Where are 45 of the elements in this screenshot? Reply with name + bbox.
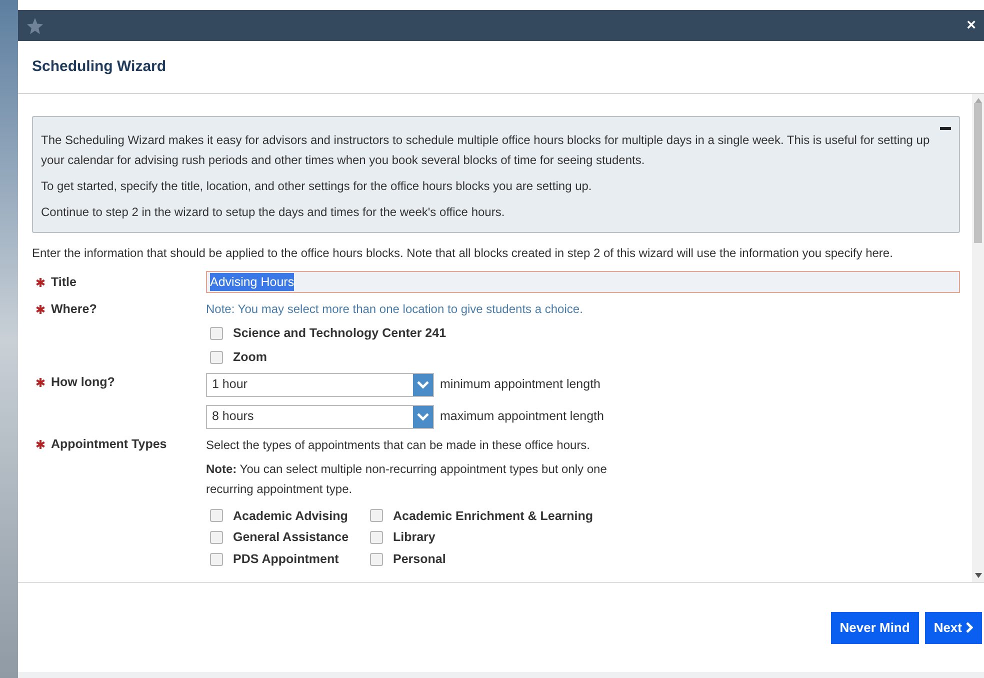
dropdown-caption: minimum appointment length [440, 376, 600, 394]
location-note: Note: You may select more than one location to give students a choice. [206, 301, 583, 318]
dialog-title: Scheduling Wizard [32, 56, 166, 77]
checkbox-label: Library [393, 529, 436, 546]
checkbox[interactable] [210, 531, 223, 544]
scroll-thumb[interactable] [974, 103, 982, 243]
duration-dropdown[interactable]: 8 hours [206, 404, 434, 428]
close-button[interactable]: × [966, 18, 976, 34]
field-label: Where? [51, 300, 97, 318]
checkbox-label: PDS Appointment [233, 551, 339, 568]
input-value: Advising Hours [210, 272, 294, 292]
info-text: Continue to step 2 in the wizard to setup the days and times for the week's office hours. [41, 204, 506, 221]
types-note: Note: You can select multiple non-recurring appointment types but only one recurring appointment type. [206, 460, 608, 498]
checkbox[interactable] [370, 531, 383, 544]
scroll-down-icon[interactable] [974, 573, 982, 578]
dropdown-value: 8 hours [211, 408, 255, 426]
checkbox-label: General Assistance [233, 529, 349, 546]
info-text: To get started, specify the title, location, and other settings for the office hours blocks you are setting up. [41, 178, 593, 195]
star-logo-icon [26, 16, 44, 34]
dropdown-value: 1 hour [211, 376, 248, 394]
next-button[interactable]: Next [924, 612, 982, 644]
chevron-down-icon [413, 374, 433, 396]
checkbox[interactable] [210, 350, 223, 364]
field-label: Title [51, 274, 76, 291]
field-label: How long? [51, 374, 115, 392]
checkbox-label: Personal [393, 551, 446, 568]
chevron-right-icon [966, 622, 973, 633]
checkbox[interactable] [210, 326, 223, 340]
chevron-down-icon [413, 406, 433, 428]
info-text: The Scheduling Wizard makes it easy for advisors and instructors to schedule multiple office hours blocks for multiple days in a single week. This is useful for setting up your calendar for advising rush periods and other times when you book several blocks of time for seeing students. [41, 132, 931, 169]
title-input[interactable]: Advising Hours [206, 271, 960, 293]
duration-dropdown[interactable]: 1 hour [206, 372, 434, 396]
checkbox[interactable] [210, 552, 223, 566]
checkbox[interactable] [370, 509, 383, 522]
checkbox-label: Science and Technology Center 241 [233, 325, 446, 342]
dropdown-caption: maximum appointment length [440, 408, 604, 426]
checkbox[interactable] [370, 552, 383, 566]
checkbox-label: Academic Advising [233, 508, 348, 525]
intro-text: Enter the information that should be applied to the office hours blocks. Note that all blocks created in step 2 of this wizard will use the information you specify here. [32, 245, 894, 262]
checkbox-label: Academic Enrichment & Learning [393, 508, 594, 525]
field-label: Appointment Types [51, 436, 167, 454]
types-description: Select the types of appointments that can be made in these office hours. [206, 436, 592, 454]
cancel-button[interactable]: Never Mind [830, 612, 919, 644]
checkbox[interactable] [210, 509, 223, 522]
checkbox-label: Zoom [233, 348, 268, 366]
